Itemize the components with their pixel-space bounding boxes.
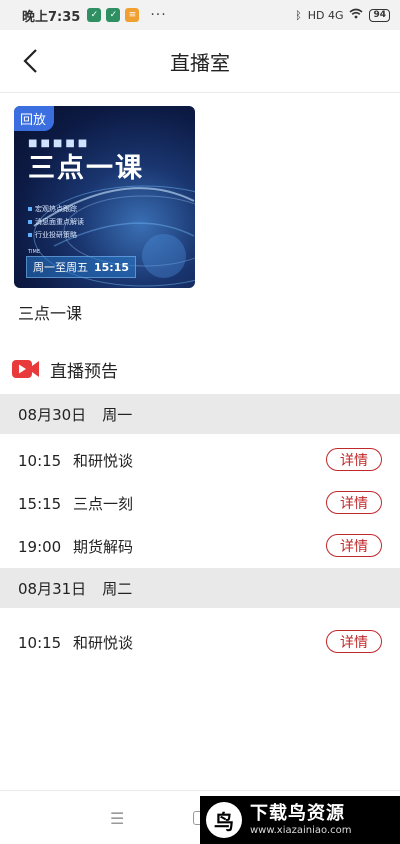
watermark-brand: 下载鸟资源 bbox=[250, 803, 345, 824]
schedule-item: 10:15 和研悦谈 详情 bbox=[0, 439, 400, 482]
watermark-url: www.xiazainiao.com bbox=[250, 825, 352, 836]
chevron-left-icon bbox=[23, 49, 37, 73]
menu-icon[interactable]: ☰ bbox=[110, 809, 124, 828]
item-name: 和研悦谈 bbox=[73, 452, 134, 470]
watermark-logo-icon: 鸟 bbox=[206, 802, 242, 838]
item-time: 19:00 bbox=[18, 537, 62, 556]
details-button[interactable]: 详情 bbox=[326, 491, 382, 514]
status-time: 晚上7:35 bbox=[22, 9, 81, 25]
wifi-icon bbox=[349, 8, 363, 22]
details-button[interactable]: 详情 bbox=[326, 534, 382, 557]
cover-time-bar: 周一至周五 15:15 bbox=[26, 256, 137, 278]
weekday-label: 周一 bbox=[102, 405, 133, 424]
date-label: 08月30日 bbox=[18, 405, 87, 424]
cover-line: 消息面重点解读 bbox=[28, 217, 84, 227]
schedule-item: 15:15 三点一刻 详情 bbox=[0, 482, 400, 525]
section-title: 直播预告 bbox=[50, 361, 118, 382]
back-button[interactable] bbox=[14, 44, 48, 78]
cover-title: 三点一课 bbox=[28, 153, 144, 184]
video-camera-icon bbox=[12, 356, 39, 382]
item-name: 和研悦谈 bbox=[73, 634, 134, 652]
item-time: 10:15 bbox=[18, 451, 62, 470]
shield-icon: ✓ bbox=[87, 8, 102, 22]
bluetooth-icon: ᛒ bbox=[295, 8, 302, 22]
schedule-item: 10:15 和研悦谈 详情 bbox=[0, 621, 400, 664]
section-heading: 直播预告 bbox=[12, 356, 118, 382]
cover-lines: 宏观热点跟踪 消息面重点解读 行业投研策略 bbox=[28, 204, 84, 240]
schedule-item: 19:00 期货解码 详情 bbox=[0, 525, 400, 568]
signal-icon: HD 4G bbox=[307, 8, 344, 22]
more-icon: ··· bbox=[150, 7, 167, 23]
weekday-label: 周二 bbox=[102, 579, 133, 598]
replay-cover-image[interactable]: 回放 ■■■■■ 三点一课 宏观热点跟踪 消息面重点解读 行业投研策略 TIME… bbox=[14, 106, 195, 288]
message-icon: ≡ bbox=[125, 8, 140, 22]
details-button[interactable]: 详情 bbox=[326, 448, 382, 471]
status-bar: 晚上7:35 ✓ ✓ ≡ ··· ᛒ HD 4G 94 bbox=[0, 0, 400, 30]
details-button[interactable]: 详情 bbox=[326, 630, 382, 653]
schedule-list: 08月30日 周一 10:15 和研悦谈 详情 15:15 三点一刻 详情 19… bbox=[0, 394, 400, 664]
page-title: 直播室 bbox=[170, 50, 230, 75]
replay-badge: 回放 bbox=[14, 106, 55, 131]
cover-line: 宏观热点跟踪 bbox=[28, 204, 84, 214]
date-label: 08月31日 bbox=[18, 579, 87, 598]
item-time: 15:15 bbox=[18, 494, 62, 513]
header: 直播室 bbox=[0, 30, 400, 93]
shield-icon: ✓ bbox=[106, 8, 121, 22]
replay-card[interactable]: 回放 ■■■■■ 三点一课 宏观热点跟踪 消息面重点解读 行业投研策略 TIME… bbox=[14, 106, 196, 324]
item-name: 期货解码 bbox=[73, 538, 134, 556]
item-time: 10:15 bbox=[18, 633, 62, 652]
cover-line: 行业投研策略 bbox=[28, 230, 84, 240]
battery-indicator: 94 bbox=[369, 8, 390, 22]
replay-name[interactable]: 三点一课 bbox=[14, 300, 196, 324]
date-header: 08月31日 周二 bbox=[0, 568, 400, 608]
cover-time-label: TIME bbox=[28, 249, 41, 255]
watermark: 鸟 下载鸟资源 www.xiazainiao.com bbox=[200, 796, 400, 844]
item-name: 三点一刻 bbox=[73, 495, 134, 513]
date-header: 08月30日 周一 bbox=[0, 394, 400, 434]
